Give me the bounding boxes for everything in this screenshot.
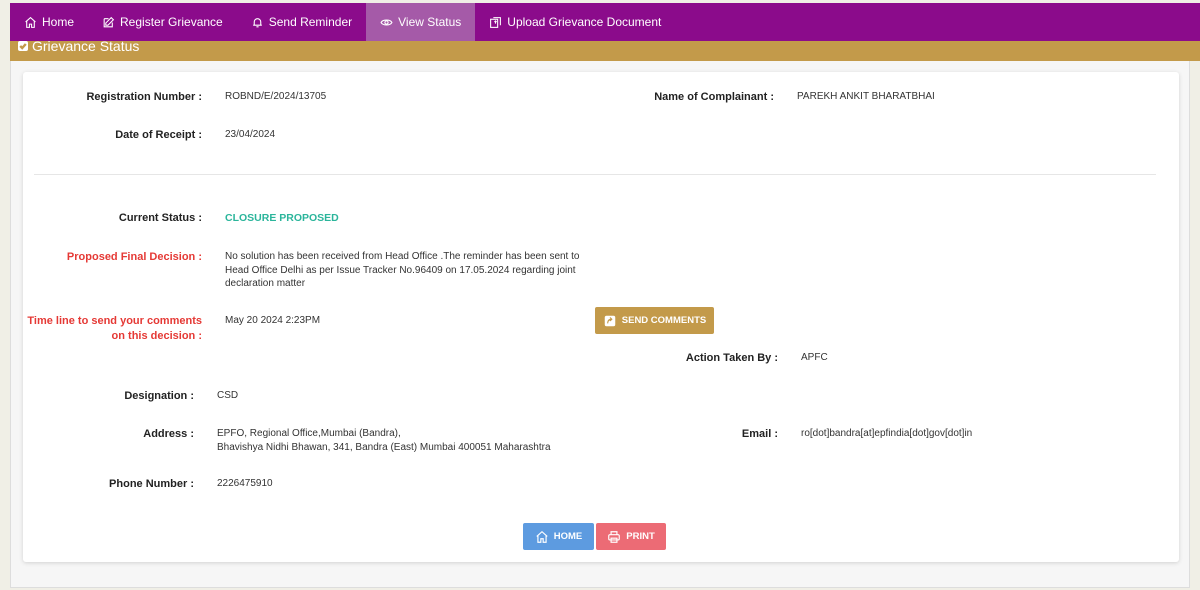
nav-register-grievance[interactable]: Register Grievance [88,3,237,41]
registration-number-value: ROBND/E/2024/13705 [225,91,327,102]
current-status-label: Current Status : [118,212,202,224]
registration-number-label: Registration Number : [86,91,202,103]
nav-register-label: Register Grievance [120,15,223,29]
proposed-decision-value: No solution has been received from Head … [225,251,580,289]
eye-icon [380,19,393,25]
address-line-2: Bhavishya Nidhi Bhawan, 341, Bandra (Eas… [217,442,551,453]
home-button[interactable]: HOME [523,523,594,550]
top-navbar: Home Register Grievance Send Reminder Vi… [10,3,1200,41]
section-divider [34,174,1156,175]
send-comments-label: SEND COMMENTS [621,315,707,326]
share-square-icon [604,315,616,326]
home-icon [25,16,36,28]
print-button-label: PRINT [626,531,655,542]
address-label: Address : [143,428,194,440]
panel-header: Grievance Status [10,41,1200,61]
check-square-icon [18,41,28,51]
designation-label: Designation : [124,390,194,402]
edit-icon [103,16,115,27]
home-icon [536,530,548,543]
print-button[interactable]: PRINT [596,523,666,550]
proposed-decision-label: Proposed Final Decision : [66,251,202,263]
complainant-name-value: PAREKH ANKIT BHARATBHAI [797,91,935,102]
comment-timeline-value: May 20 2024 2:23PM [225,315,321,326]
action-taken-by-value: APFC [801,352,828,363]
designation-value: CSD [217,390,239,401]
email-label: Email : [741,428,778,440]
panel-title: Grievance Status [32,41,140,54]
nav-send-reminder[interactable]: Send Reminder [237,3,366,41]
nav-view-status-label: View Status [398,15,462,29]
phone-number-label: Phone Number : [109,478,194,490]
nav-upload-document[interactable]: Upload Grievance Document [475,3,675,41]
nav-home[interactable]: Home [10,3,88,41]
address-line-1: EPFO, Regional Office,Mumbai (Bandra), [217,428,401,439]
current-status-value: CLOSURE PROPOSED [225,212,339,224]
email-value: ro[dot]bandra[at]epfindia[dot]gov[dot]in [801,428,973,439]
printer-icon [608,530,621,543]
comment-timeline-label: Time line to send your comments on this … [27,315,202,342]
upload-icon [490,16,502,28]
nav-upload-label: Upload Grievance Document [507,15,662,29]
date-of-receipt-label: Date of Receipt : [115,129,202,141]
nav-reminder-label: Send Reminder [268,15,353,29]
send-comments-button[interactable]: SEND COMMENTS [595,307,714,334]
nav-home-label: Home [42,15,75,29]
action-taken-by-label: Action Taken By : [685,352,778,364]
complainant-name-label: Name of Complainant : [654,91,774,103]
nav-view-status[interactable]: View Status [366,3,476,41]
phone-number-value: 2226475910 [217,478,273,489]
bell-icon [252,17,262,27]
home-button-label: HOME [553,531,583,542]
date-of-receipt-value: 23/04/2024 [225,129,276,140]
